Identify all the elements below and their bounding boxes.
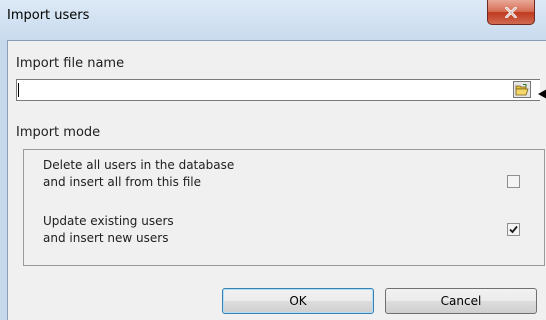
delete-all-option-line1: Delete all users in the database xyxy=(43,158,235,172)
ok-button[interactable]: OK xyxy=(222,288,374,314)
text-caret xyxy=(18,83,19,97)
import-users-dialog: Import users Import file name Import mod… xyxy=(0,0,546,320)
import-file-name-input[interactable] xyxy=(16,79,540,101)
delete-all-option-line2: and insert all from this file xyxy=(43,175,201,189)
cancel-button[interactable]: Cancel xyxy=(385,288,537,314)
dialog-body: Import file name Import mode Delete all … xyxy=(7,40,546,320)
checkmark-icon xyxy=(509,225,518,234)
update-existing-option-line2: and insert new users xyxy=(43,231,169,245)
import-file-name-label: Import file name xyxy=(16,56,125,71)
close-icon xyxy=(505,6,517,18)
delete-all-checkbox[interactable] xyxy=(507,175,520,188)
folder-open-icon xyxy=(515,83,529,95)
import-mode-label: Import mode xyxy=(16,125,101,140)
window-title: Import users xyxy=(7,8,90,23)
update-existing-option-line1: Update existing users xyxy=(43,214,174,228)
close-button[interactable] xyxy=(487,0,535,25)
browse-file-button[interactable] xyxy=(513,81,531,98)
update-existing-checkbox[interactable] xyxy=(507,223,520,236)
title-bar[interactable]: Import users xyxy=(0,0,546,40)
import-mode-group: Delete all users in the database and ins… xyxy=(23,149,545,266)
pointer-arrow-icon xyxy=(538,89,546,99)
